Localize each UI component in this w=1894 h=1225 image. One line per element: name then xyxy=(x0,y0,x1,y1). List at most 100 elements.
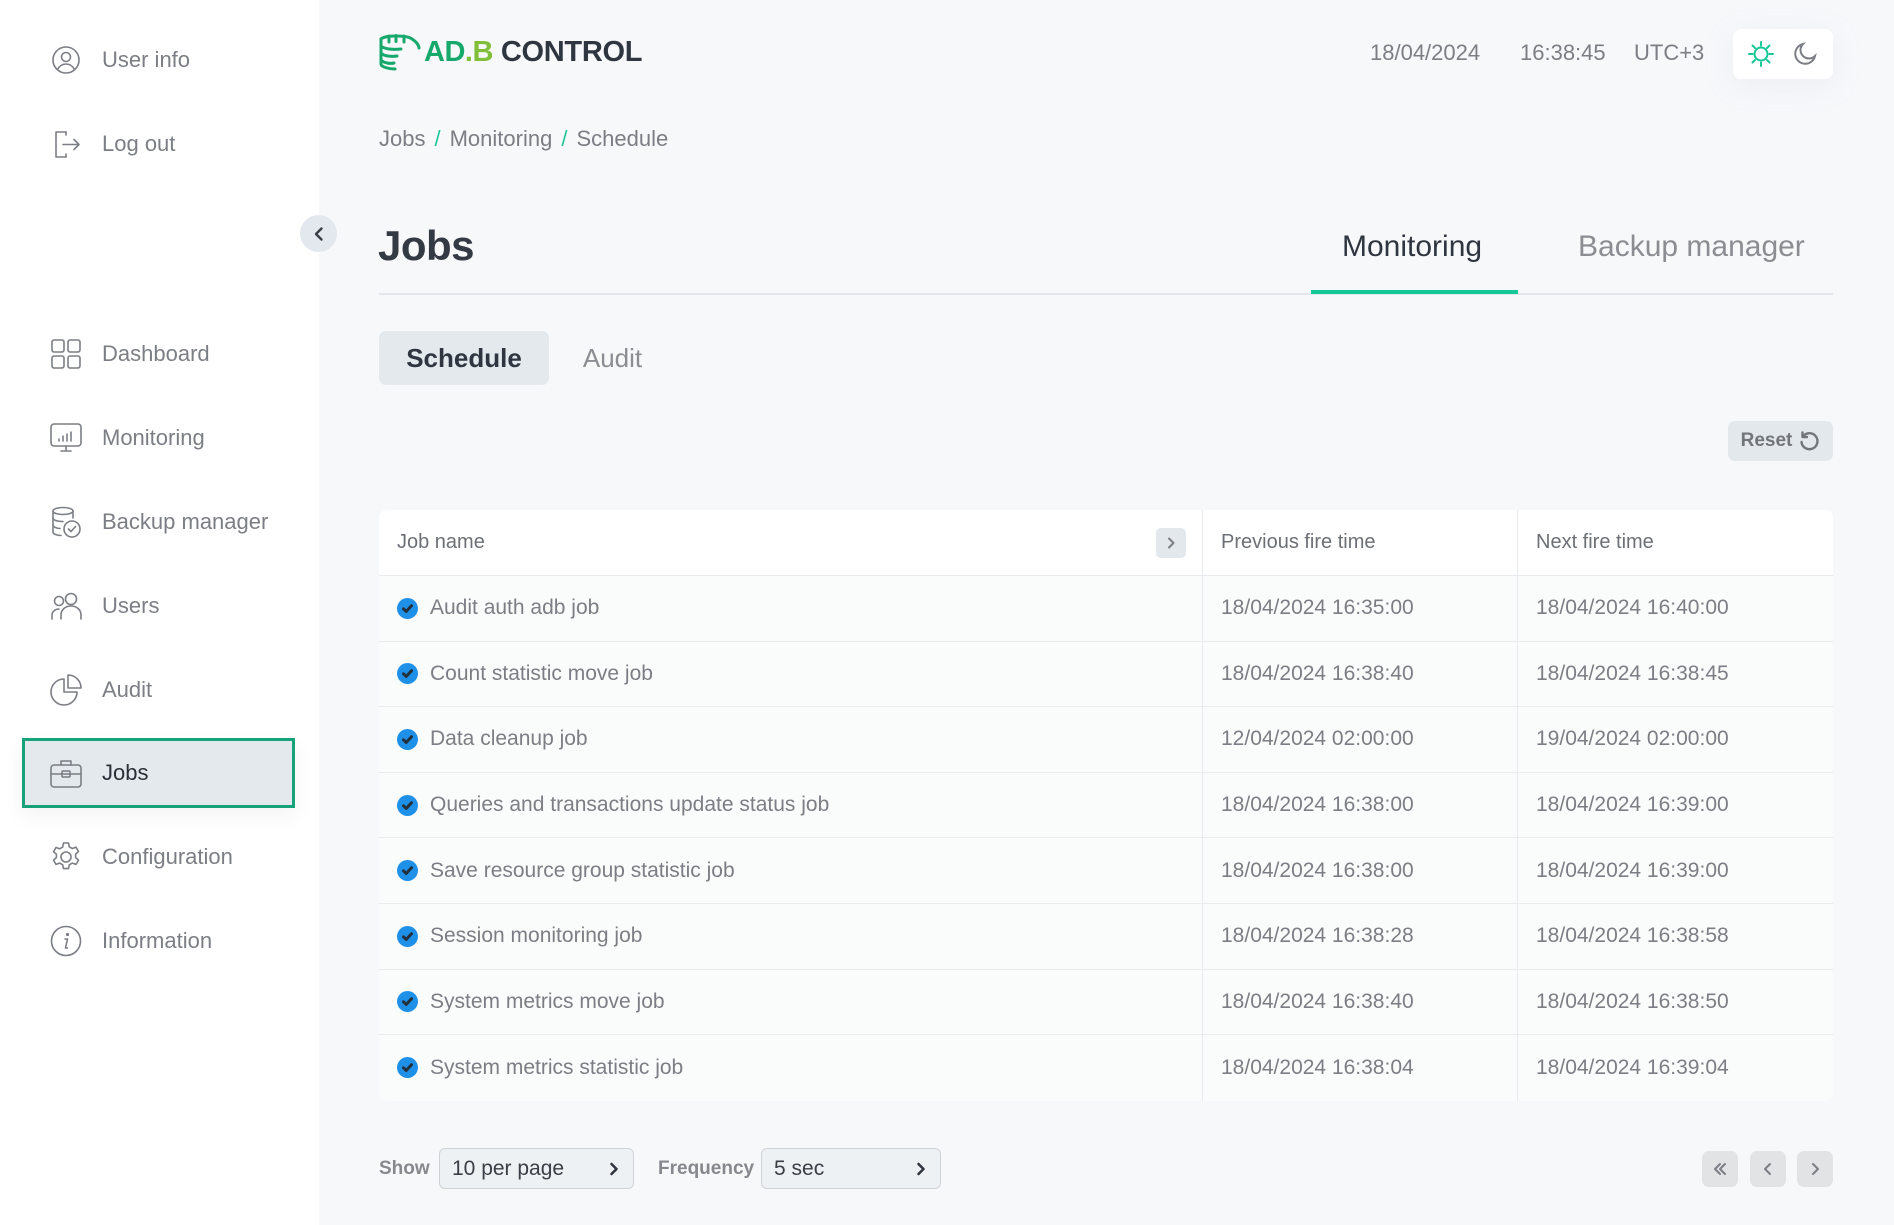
status-check-icon xyxy=(397,925,418,947)
sidebar-item-label: Configuration xyxy=(102,844,233,869)
users-icon xyxy=(48,588,84,624)
chevron-left-icon xyxy=(1764,1163,1771,1175)
previous-fire-time: 18/04/2024 16:38:00 xyxy=(1221,858,1414,882)
sidebar-item-label: Backup manager xyxy=(102,509,269,534)
next-fire-time-cell: 18/04/2024 16:38:45 xyxy=(1518,642,1833,707)
column-header-label: Job name xyxy=(397,531,485,553)
next-fire-time: 18/04/2024 16:39:04 xyxy=(1536,1055,1729,1079)
breadcrumb-item-schedule: Schedule xyxy=(576,126,669,151)
next-fire-time: 18/04/2024 16:38:50 xyxy=(1536,989,1729,1013)
chevron-right-icon xyxy=(1812,1163,1819,1175)
job-name: Count statistic move job xyxy=(430,661,653,685)
previous-fire-time-cell: 12/04/2024 02:00:00 xyxy=(1203,707,1518,772)
column-header-previous-fire-time: Previous fire time xyxy=(1203,510,1518,575)
logout-icon xyxy=(48,126,84,162)
sidebar-item-monitoring[interactable]: Monitoring xyxy=(22,403,295,473)
frequency-select[interactable]: 5 sec xyxy=(761,1148,941,1189)
table-row[interactable]: System metrics move job 18/04/2024 16:38… xyxy=(379,969,1833,1036)
job-name-cell: System metrics move job xyxy=(379,969,1203,1035)
job-name: Data cleanup job xyxy=(430,727,588,751)
subtab-schedule[interactable]: Schedule xyxy=(379,331,549,385)
job-name-cell: Queries and transactions update status j… xyxy=(379,772,1203,838)
sidebar-item-backup-manager[interactable]: Backup manager xyxy=(22,487,295,557)
table-row[interactable]: System metrics statistic job 18/04/2024 … xyxy=(379,1035,1833,1101)
previous-page-button[interactable] xyxy=(1750,1151,1786,1187)
theme-switcher xyxy=(1733,29,1833,79)
next-fire-time: 18/04/2024 16:38:45 xyxy=(1536,661,1729,685)
refresh-icon xyxy=(1798,430,1820,452)
breadcrumb-item-monitoring[interactable]: Monitoring xyxy=(450,126,553,152)
column-header-next-fire-time: Next fire time xyxy=(1536,531,1654,553)
tab-monitoring[interactable]: Monitoring xyxy=(1342,230,1482,264)
previous-fire-time-cell: 18/04/2024 16:38:00 xyxy=(1203,772,1518,838)
table-header: Job name Previous fire time Next fire ti… xyxy=(379,510,1833,576)
next-fire-time: 18/04/2024 16:40:00 xyxy=(1536,596,1729,620)
sidebar-item-audit[interactable]: Audit xyxy=(22,655,295,725)
next-fire-time: 19/04/2024 02:00:00 xyxy=(1536,727,1729,751)
next-fire-time-cell: 18/04/2024 16:39:00 xyxy=(1518,773,1833,838)
previous-fire-time-cell: 18/04/2024 16:38:40 xyxy=(1203,641,1518,707)
previous-fire-time: 18/04/2024 16:38:40 xyxy=(1221,661,1414,685)
tab-backup-manager[interactable]: Backup manager xyxy=(1578,230,1805,264)
status-check-icon xyxy=(397,728,418,750)
job-name: System metrics statistic job xyxy=(430,1055,684,1079)
chevrons-left-icon xyxy=(1714,1163,1726,1175)
breadcrumb-item-jobs[interactable]: Jobs xyxy=(379,126,425,152)
collapse-sidebar-button[interactable] xyxy=(300,215,337,252)
breadcrumb: Jobs / Monitoring / Schedule xyxy=(379,126,668,152)
sidebar-item-user-info[interactable]: User info xyxy=(22,25,295,95)
sun-icon[interactable] xyxy=(1744,37,1778,71)
sidebar-item-information[interactable]: Information xyxy=(22,906,295,976)
jobs-table: Job name Previous fire time Next fire ti… xyxy=(379,510,1833,1101)
sidebar-item-label: Dashboard xyxy=(102,341,210,366)
next-fire-time-cell: 19/04/2024 02:00:00 xyxy=(1518,707,1833,772)
table-row[interactable]: Audit auth adb job 18/04/2024 16:35:00 1… xyxy=(379,576,1833,642)
sidebar-item-users[interactable]: Users xyxy=(22,571,295,641)
app-logo[interactable]: AD .B CONTROL xyxy=(378,30,642,74)
sidebar-item-log-out[interactable]: Log out xyxy=(22,109,295,179)
status-check-icon xyxy=(397,991,418,1013)
table-row[interactable]: Save resource group statistic job 18/04/… xyxy=(379,838,1833,904)
previous-fire-time: 12/04/2024 02:00:00 xyxy=(1221,727,1414,751)
job-name-cell: Audit auth adb job xyxy=(379,576,1203,641)
sidebar-item-label: Audit xyxy=(102,677,153,702)
table-row[interactable]: Session monitoring job 18/04/2024 16:38:… xyxy=(379,903,1833,970)
job-name-cell: Count statistic move job xyxy=(379,641,1203,707)
job-name-cell: System metrics statistic job xyxy=(379,1035,1203,1101)
dashboard-grid-icon xyxy=(48,336,84,372)
previous-fire-time: 18/04/2024 16:35:00 xyxy=(1221,596,1414,620)
job-name: Save resource group statistic job xyxy=(430,858,735,882)
page-title: Jobs xyxy=(378,222,475,269)
next-fire-time-cell: 18/04/2024 16:39:04 xyxy=(1518,1035,1833,1101)
first-page-button[interactable] xyxy=(1702,1151,1738,1187)
table-body: Audit auth adb job 18/04/2024 16:35:00 1… xyxy=(379,576,1833,1101)
status-check-icon xyxy=(397,1057,418,1079)
sidebar-item-jobs[interactable]: Jobs xyxy=(22,738,295,808)
moon-icon[interactable] xyxy=(1788,37,1822,71)
sidebar-item-label: Users xyxy=(102,593,160,618)
chevron-right-icon xyxy=(610,1162,618,1175)
show-label: Show xyxy=(379,1158,430,1179)
chevron-right-icon xyxy=(1168,537,1175,549)
next-page-button[interactable] xyxy=(1797,1151,1833,1187)
previous-fire-time-cell: 18/04/2024 16:38:40 xyxy=(1203,969,1518,1035)
subtab-audit[interactable]: Audit xyxy=(575,331,650,385)
previous-fire-time-cell: 18/04/2024 16:38:04 xyxy=(1203,1035,1518,1101)
frequency-label: Frequency xyxy=(658,1158,755,1179)
header-timezone: UTC+3 xyxy=(1634,40,1705,65)
reset-button[interactable]: Reset xyxy=(1728,421,1833,461)
job-name-cell: Data cleanup job xyxy=(379,707,1203,772)
expand-column-button[interactable] xyxy=(1156,528,1186,558)
status-check-icon xyxy=(397,794,418,816)
sidebar: User info Log out Dashboard Monitoring B… xyxy=(0,0,319,1225)
sidebar-item-configuration[interactable]: Configuration xyxy=(22,822,295,892)
reset-label: Reset xyxy=(1740,430,1793,451)
previous-fire-time: 18/04/2024 16:38:04 xyxy=(1221,1055,1414,1079)
table-row[interactable]: Count statistic move job 18/04/2024 16:3… xyxy=(379,641,1833,708)
page-size-select[interactable]: 10 per page xyxy=(439,1148,634,1189)
info-icon xyxy=(48,923,84,959)
table-row[interactable]: Data cleanup job 12/04/2024 02:00:00 19/… xyxy=(379,707,1833,773)
previous-fire-time: 18/04/2024 16:38:00 xyxy=(1221,793,1414,817)
sidebar-item-dashboard[interactable]: Dashboard xyxy=(22,319,295,389)
table-row[interactable]: Queries and transactions update status j… xyxy=(379,772,1833,839)
